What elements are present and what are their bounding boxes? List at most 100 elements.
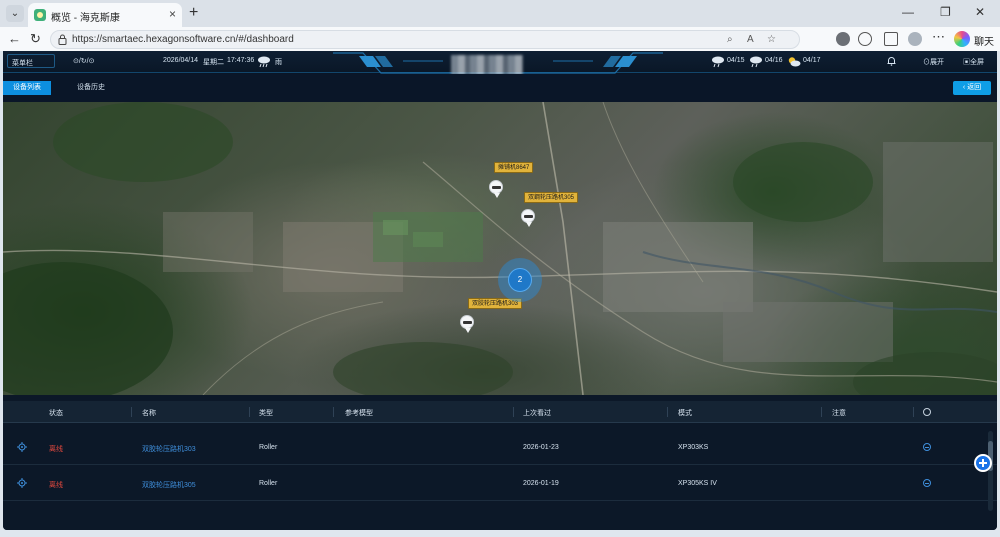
- status-text: 离线: [49, 446, 63, 453]
- menu-button[interactable]: 菜单栏: [7, 54, 55, 68]
- company-logo: [451, 55, 523, 75]
- fullscreen-label: 全屏: [970, 59, 984, 66]
- rain-icon: [258, 56, 270, 68]
- map-marker[interactable]: [521, 209, 535, 227]
- locate-icon[interactable]: [17, 478, 27, 488]
- map-marker[interactable]: [489, 180, 503, 198]
- maximize-button[interactable]: ❐: [940, 5, 951, 19]
- locate-icon[interactable]: [17, 442, 27, 452]
- current-time: 17:47:36: [227, 57, 255, 64]
- marker-label[interactable]: 摊铺机8647: [494, 162, 534, 173]
- column-header: 注意: [832, 410, 846, 417]
- new-tab-button[interactable]: +: [189, 4, 198, 22]
- satellite-map[interactable]: 摊铺机8647 双鋼轮压路机305 双胶轮压路机303 2: [3, 102, 997, 395]
- row-action-icon[interactable]: [923, 443, 931, 451]
- vehicle-icon: [463, 321, 472, 324]
- copilot-chat-button[interactable]: 聊天: [954, 30, 996, 48]
- device-name-link[interactable]: 双胶轮压路机303: [142, 444, 196, 454]
- current-weather: 雨: [275, 59, 282, 66]
- back-label: 返回: [967, 84, 982, 91]
- app-header: 菜单栏 ⊙/↻/⊙ 2026/04/14 星期二 17:47:36 雨 04/1…: [3, 51, 997, 75]
- rain-icon: [750, 56, 762, 68]
- current-weekday: 星期二: [203, 59, 224, 66]
- browser-tab-strip: ⌄ 概览 - 海克斯康 × + — ❐ ✕: [0, 0, 1000, 27]
- column-settings-icon[interactable]: [923, 408, 931, 416]
- marker-label[interactable]: 双鋼轮压路机305: [524, 192, 579, 203]
- column-header: 状态: [49, 410, 63, 417]
- map-terrain: [3, 102, 997, 395]
- table-header: 状态 名称 类型 参考模型 上次看过 模式 注意: [3, 401, 997, 423]
- chat-label: 聊天: [974, 37, 994, 48]
- forecast-date: 04/16: [765, 57, 783, 64]
- device-mode: XP303KS: [678, 444, 709, 451]
- device-mode: XP305KS IV: [678, 480, 717, 487]
- table-scrollbar[interactable]: [988, 431, 993, 511]
- table-row[interactable]: 离线 双胶轮压路机303 Roller 2026-01-23 XP303KS: [3, 430, 997, 465]
- rain-icon: [712, 56, 724, 68]
- current-date: 2026/04/14: [163, 57, 199, 64]
- browser-toolbar: ← ↻ https://smartaec.hexagonsoftware.cn/…: [0, 27, 1000, 51]
- url-text: https://smartaec.hexagonsoftware.cn/#/da…: [72, 34, 294, 45]
- dashboard-app: 菜单栏 ⊙/↻/⊙ 2026/04/14 星期二 17:47:36 雨 04/1…: [3, 51, 997, 530]
- back-button[interactable]: ←: [8, 31, 21, 46]
- profile-avatar[interactable]: [908, 32, 922, 46]
- partly-cloudy-icon: [788, 57, 801, 67]
- tab-list-button[interactable]: ⌄: [6, 5, 24, 22]
- more-menu-icon[interactable]: ⋯: [932, 29, 945, 45]
- minimize-button[interactable]: —: [902, 5, 914, 19]
- vehicle-icon: [492, 186, 501, 189]
- tab-device-history[interactable]: 设备历史: [63, 81, 119, 95]
- favorite-star-icon[interactable]: ☆: [767, 34, 776, 45]
- tab-title: 概览 - 海克斯康: [51, 13, 120, 24]
- back-button[interactable]: ‹ 返回: [953, 81, 991, 95]
- map-marker[interactable]: [460, 315, 474, 333]
- tab-device-list[interactable]: 设备列表: [3, 81, 51, 95]
- close-window-button[interactable]: ✕: [975, 5, 985, 19]
- favorites-icon[interactable]: [884, 32, 898, 46]
- extension-icon[interactable]: [836, 32, 850, 46]
- status-text: 离线: [49, 482, 63, 489]
- cluster-count: 2: [517, 275, 523, 284]
- quick-tools[interactable]: ⊙/↻/⊙: [73, 57, 95, 65]
- device-type: Roller: [259, 480, 278, 487]
- zoom-icon[interactable]: ⌕: [727, 34, 733, 45]
- column-divider: [913, 407, 914, 417]
- fullscreen-button[interactable]: ▣全屏: [963, 57, 984, 67]
- floating-add-button[interactable]: [974, 454, 992, 472]
- forecast-date: 04/17: [803, 57, 821, 64]
- tab-close-button[interactable]: ×: [169, 7, 176, 21]
- column-header: 名称: [142, 410, 156, 417]
- expand-label: 展开: [930, 59, 944, 66]
- bell-icon[interactable]: [887, 56, 896, 66]
- menu-label: 菜单栏: [12, 60, 33, 67]
- sub-navigation: 设备列表 设备历史: [3, 74, 997, 102]
- device-type: Roller: [259, 444, 278, 451]
- forecast-date: 04/15: [727, 57, 745, 64]
- last-seen: 2026-01-23: [523, 444, 559, 451]
- browser-tab-active[interactable]: 概览 - 海克斯康 ×: [28, 3, 182, 27]
- row-action-icon[interactable]: [923, 479, 931, 487]
- browser-essentials-icon[interactable]: [858, 32, 872, 46]
- column-divider: [821, 407, 822, 417]
- table-row[interactable]: 离线 双胶轮压路机305 Roller 2026-01-19 XP305KS I…: [3, 466, 997, 501]
- read-aloud-icon[interactable]: A: [747, 34, 754, 45]
- site-favicon-icon: [34, 9, 46, 21]
- refresh-button[interactable]: ↻: [30, 31, 41, 47]
- column-divider: [131, 407, 132, 417]
- copilot-icon: [954, 31, 970, 47]
- column-divider: [667, 407, 668, 417]
- expand-button[interactable]: ⊙展开: [923, 57, 944, 67]
- column-divider: [333, 407, 334, 417]
- column-divider: [249, 407, 250, 417]
- last-seen: 2026-01-19: [523, 480, 559, 487]
- column-divider: [513, 407, 514, 417]
- lock-icon[interactable]: [58, 34, 67, 45]
- vehicle-icon: [524, 215, 533, 218]
- column-header: 类型: [259, 410, 273, 417]
- address-bar[interactable]: https://smartaec.hexagonsoftware.cn/#/da…: [50, 30, 800, 49]
- device-name-link[interactable]: 双胶轮压路机305: [142, 480, 196, 490]
- column-header: 模式: [678, 410, 692, 417]
- column-header: 上次看过: [523, 410, 551, 417]
- column-header: 参考模型: [345, 410, 373, 417]
- device-table: 状态 名称 类型 参考模型 上次看过 模式 注意 离线 双胶轮压路机303 Ro…: [3, 395, 997, 530]
